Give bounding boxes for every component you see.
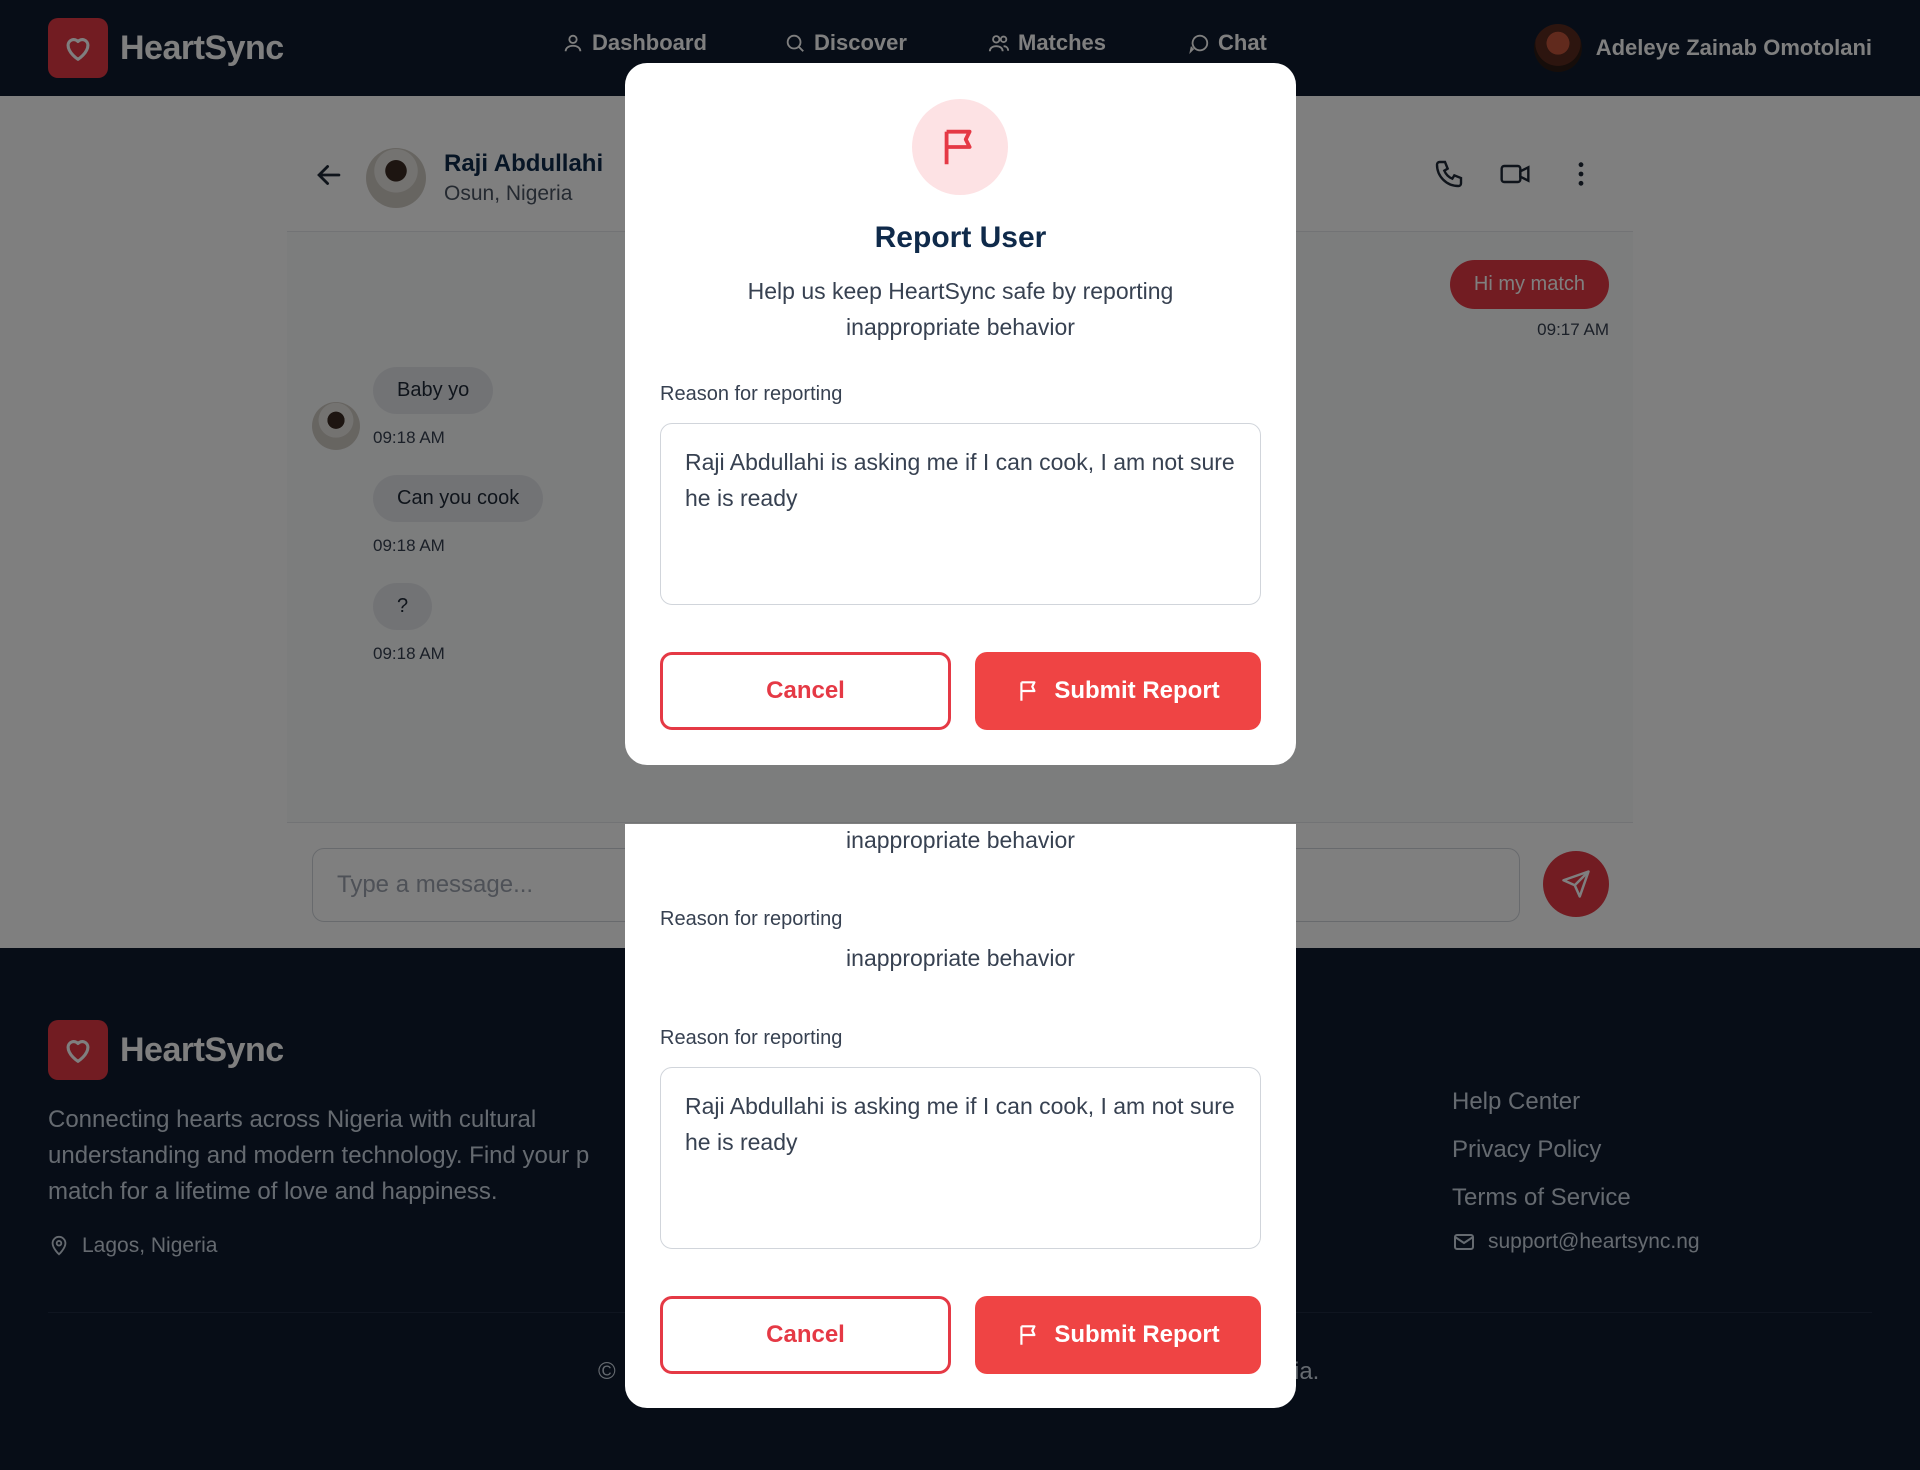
- reason-label: Reason for reporting: [660, 1027, 843, 1049]
- reason-textarea[interactable]: Raji Abdullahi is asking me if I can coo…: [660, 423, 1261, 605]
- reason-label: Reason for reporting: [660, 383, 843, 405]
- submit-report-label: Submit Report: [1054, 677, 1220, 704]
- report-user-modal-duplicate: inappropriate behavior Reason for report…: [625, 824, 1296, 1408]
- modal-title: Report User: [874, 221, 1047, 254]
- report-flag-badge: [912, 99, 1008, 195]
- flag-icon: [944, 129, 972, 165]
- modal-subtitle: Help us keep HeartSync safe by reporting…: [747, 278, 1174, 340]
- reason-label: Reason for reporting: [660, 908, 843, 930]
- submit-report-button[interactable]: Submit Report: [975, 1296, 1261, 1374]
- flag-icon: [1020, 1325, 1036, 1345]
- cancel-button[interactable]: Cancel: [660, 1296, 951, 1374]
- flag-icon: [1020, 681, 1036, 701]
- cancel-button[interactable]: Cancel: [660, 652, 951, 730]
- modal-subtitle-fragment: inappropriate behavior: [846, 945, 1075, 971]
- submit-report-label: Submit Report: [1054, 1321, 1220, 1348]
- reason-textarea[interactable]: Raji Abdullahi is asking me if I can coo…: [660, 1067, 1261, 1249]
- report-user-modal: Report User Help us keep HeartSync safe …: [625, 63, 1296, 765]
- submit-report-button[interactable]: Submit Report: [975, 652, 1261, 730]
- modal-subtitle-fragment: inappropriate behavior: [846, 827, 1075, 853]
